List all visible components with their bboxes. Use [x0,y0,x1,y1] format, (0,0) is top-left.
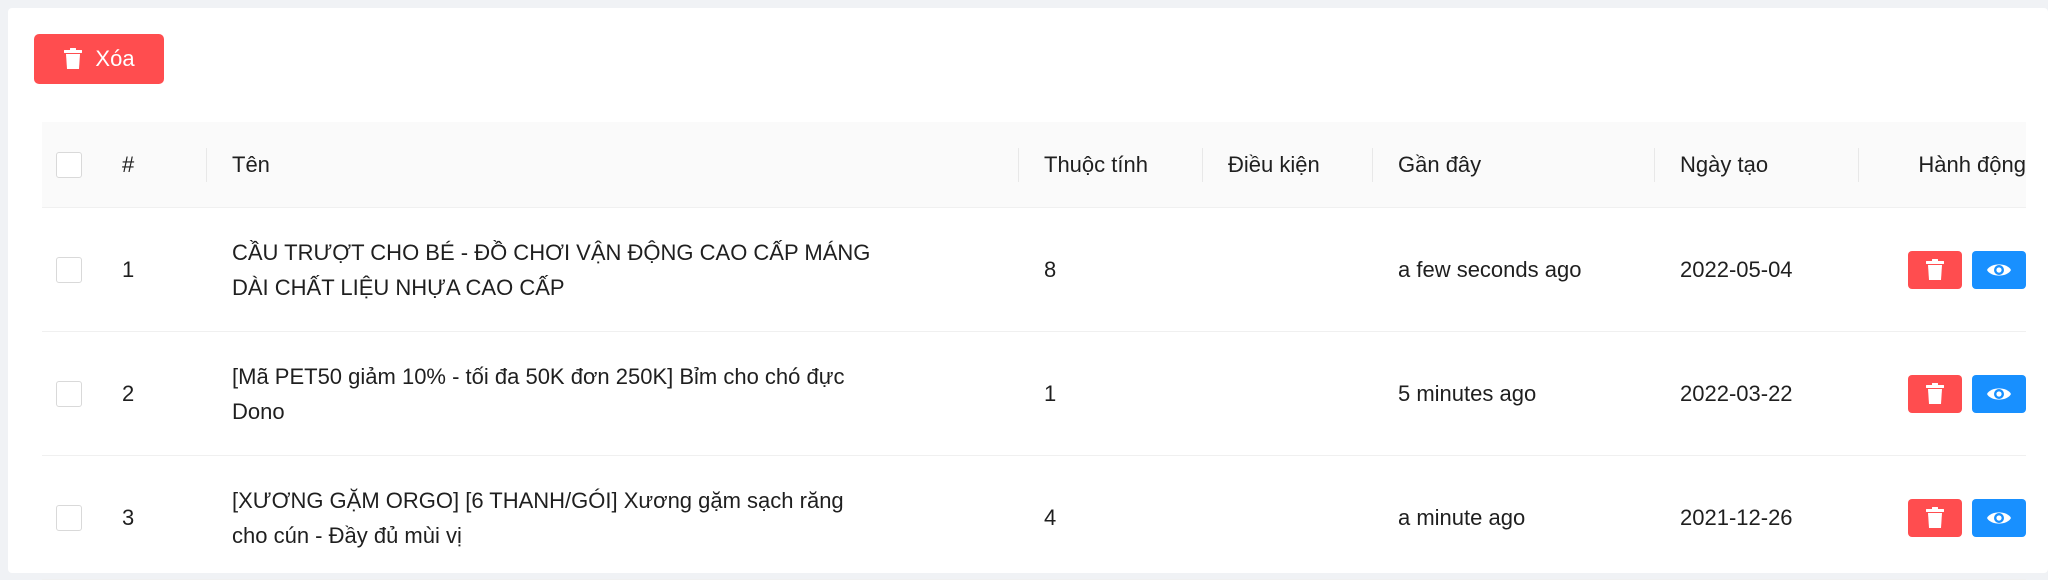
bulk-delete-button[interactable]: Xóa [34,34,164,84]
trash-icon [1926,382,1944,404]
row-select-cell [42,256,122,283]
row-delete-button[interactable] [1908,374,1962,413]
header-select-all [42,151,122,178]
row-attributes: 1 [1044,381,1057,406]
product-table: # Tên Thuộc tính Điều kiện Gần đây Ngày … [42,122,2026,580]
table-row: 1 CẦU TRƯỢT CHO BÉ - ĐỒ CHƠI VẬN ĐỘNG CA… [42,208,2026,332]
row-name-cell: [Mã PET50 giảm 10% - tối đa 50K đơn 250K… [206,359,1018,429]
row-checkbox[interactable] [56,380,82,407]
eye-icon [1987,263,2011,276]
row-attributes: 4 [1044,505,1057,530]
row-view-button[interactable] [1972,250,2026,289]
row-attributes: 8 [1044,257,1057,282]
trash-icon [64,48,83,69]
table-row: 3 [XƯƠNG GẶM ORGO] [6 THANH/GÓI] Xương g… [42,456,2026,580]
row-created: 2021-12-26 [1680,505,1793,530]
row-checkbox[interactable] [56,504,82,531]
table-header: # Tên Thuộc tính Điều kiện Gần đây Ngày … [42,122,2026,208]
header-attributes: Thuộc tính [1018,147,1202,182]
bulk-delete-label: Xóa [95,46,135,71]
row-recent: 5 minutes ago [1398,381,1537,406]
row-delete-button[interactable] [1908,498,1962,537]
row-name-cell: [XƯƠNG GẶM ORGO] [6 THANH/GÓI] Xương gặm… [206,483,1018,553]
row-created: 2022-03-22 [1680,381,1793,406]
select-all-checkbox[interactable] [56,151,82,178]
row-name: [XƯƠNG GẶM ORGO] [6 THANH/GÓI] Xương gặm… [232,487,844,548]
table-row: 2 [Mã PET50 giảm 10% - tối đa 50K đơn 25… [42,332,2026,456]
header-recent: Gần đây [1372,147,1654,182]
row-checkbox[interactable] [56,256,82,283]
toolbar: Xóa [34,34,164,84]
header-conditions: Điều kiện [1202,147,1372,182]
row-name-cell: CẦU TRƯỢT CHO BÉ - ĐỒ CHƠI VẬN ĐỘNG CAO … [206,235,1018,305]
header-num: # [122,152,135,177]
row-created: 2022-05-04 [1680,257,1793,282]
row-view-button[interactable] [1972,374,2026,413]
row-name: CẦU TRƯỢT CHO BÉ - ĐỒ CHƠI VẬN ĐỘNG CAO … [232,239,871,300]
row-recent: a minute ago [1398,505,1526,530]
trash-icon [1926,506,1944,528]
row-num: 2 [122,381,135,406]
header-name: Tên [206,147,1018,182]
row-select-cell [42,380,122,407]
trash-icon [1926,258,1944,280]
content-card: Xóa # Tên Thuộc tính Điều kiện Gần đây N… [8,8,2048,580]
header-actions: Hành động [1858,147,2026,182]
row-actions [1858,250,2026,289]
row-num: 1 [122,257,135,282]
row-actions [1858,498,2026,537]
row-actions [1858,374,2026,413]
header-created: Ngày tạo [1654,147,1858,182]
row-num: 3 [122,505,135,530]
header-actions-label: Hành động [1918,152,2026,177]
row-delete-button[interactable] [1908,250,1962,289]
eye-icon [1987,511,2011,524]
row-name: [Mã PET50 giảm 10% - tối đa 50K đơn 250K… [232,363,845,424]
eye-icon [1987,387,2011,400]
row-select-cell [42,504,122,531]
row-recent: a few seconds ago [1398,257,1582,282]
row-view-button[interactable] [1972,498,2026,537]
